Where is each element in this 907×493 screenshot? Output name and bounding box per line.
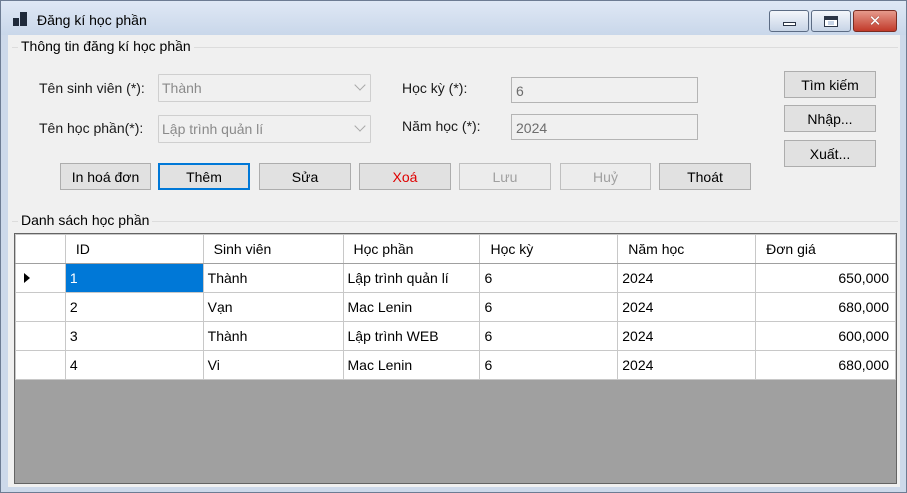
column-header-price[interactable]: Đơn giá [755,234,896,264]
cell-id[interactable]: 1 [64,263,204,293]
export-button[interactable]: Xuất... [784,140,876,167]
edit-button[interactable]: Sửa [259,163,351,190]
row-header[interactable] [15,292,66,322]
save-button[interactable]: Lưu [459,163,551,190]
cell-price[interactable]: 650,000 [755,263,896,293]
minimize-icon [782,22,796,26]
cell-student[interactable]: Thành [202,321,344,351]
row-header[interactable] [15,321,66,351]
course-combobox-value: Lập trình quản lí [162,121,264,137]
cell-course[interactable]: Mac Lenin [342,350,481,380]
cell-price[interactable]: 600,000 [755,321,896,351]
table-row[interactable]: 1 Thành Lập trình quản lí 6 2024 650,000 [15,263,896,293]
cell-student[interactable]: Vạn [202,292,344,322]
row-header[interactable] [15,350,66,380]
print-invoice-button[interactable]: In hoá đơn [60,163,151,190]
info-group-title: Thông tin đăng kí học phần [18,38,194,54]
cell-semester[interactable]: 6 [479,292,619,322]
cell-course[interactable]: Lập trình WEB [342,321,481,351]
maximize-icon [824,15,838,27]
cell-course[interactable]: Lập trình quản lí [342,263,481,293]
table-header-row: ID Sinh viên Học phần Học kỳ Năm học Đơn… [15,234,896,264]
semester-textbox-value: 6 [516,83,524,99]
student-combobox-value: Thành [162,80,202,96]
column-header-id[interactable]: ID [64,234,204,264]
student-combobox[interactable]: Thành [158,74,371,102]
close-button[interactable]: ✕ [853,10,897,32]
title-bar[interactable]: Đăng kí học phần ✕ [1,1,906,35]
column-header-course[interactable]: Học phần [342,234,481,264]
cell-id[interactable]: 4 [64,350,204,380]
cell-semester[interactable]: 6 [479,263,619,293]
cell-student[interactable]: Thành [202,263,344,293]
column-header-student[interactable]: Sinh viên [202,234,344,264]
table-row[interactable]: 3 Thành Lập trình WEB 6 2024 600,000 [15,321,896,351]
list-group-title: Danh sách học phần [18,212,153,228]
chevron-down-icon [354,120,366,132]
import-button[interactable]: Nhập... [784,105,876,132]
cell-semester[interactable]: 6 [479,321,619,351]
row-header-corner [15,234,66,264]
cell-price[interactable]: 680,000 [755,350,896,380]
cell-year[interactable]: 2024 [617,321,757,351]
current-row-arrow-icon [24,273,30,283]
row-header[interactable] [15,263,66,293]
chevron-down-icon [354,79,366,91]
cell-course[interactable]: Mac Lenin [342,292,481,322]
column-header-year[interactable]: Năm học [617,234,757,264]
maximize-button[interactable] [811,10,851,32]
course-combobox[interactable]: Lập trình quản lí [158,115,371,143]
exit-button[interactable]: Thoát [659,163,751,190]
add-button[interactable]: Thêm [158,163,250,190]
cell-id[interactable]: 3 [64,321,204,351]
app-icon [13,12,27,26]
course-label: Tên học phần(*): [39,120,144,136]
table-row[interactable]: 2 Vạn Mac Lenin 6 2024 680,000 [15,292,896,322]
search-button[interactable]: Tìm kiếm [784,71,876,98]
delete-button[interactable]: Xoá [359,163,451,190]
semester-label: Học kỳ (*): [402,80,468,96]
cell-id[interactable]: 2 [64,292,204,322]
close-icon: ✕ [868,12,882,30]
year-textbox-value: 2024 [516,120,548,136]
course-table: ID Sinh viên Học phần Học kỳ Năm học Đơn… [15,234,896,380]
cell-semester[interactable]: 6 [479,350,619,380]
year-textbox[interactable]: 2024 [511,114,698,140]
main-window: Đăng kí học phần ✕ Thông tin đăng kí học… [0,0,907,493]
course-datagrid[interactable]: ID Sinh viên Học phần Học kỳ Năm học Đơn… [14,233,897,484]
window-title: Đăng kí học phần [37,12,147,28]
year-label: Năm học (*): [402,118,481,134]
cell-student[interactable]: Vi [202,350,344,380]
minimize-button[interactable] [769,10,809,32]
cell-year[interactable]: 2024 [617,292,757,322]
table-row[interactable]: 4 Vi Mac Lenin 6 2024 680,000 [15,350,896,380]
student-label: Tên sinh viên (*): [39,80,145,96]
cancel-button[interactable]: Huỷ [560,163,651,190]
semester-textbox[interactable]: 6 [511,77,698,103]
cell-price[interactable]: 680,000 [755,292,896,322]
column-header-semester[interactable]: Học kỳ [479,234,619,264]
cell-year[interactable]: 2024 [617,350,757,380]
cell-year[interactable]: 2024 [617,263,757,293]
form-client-area: Thông tin đăng kí học phần Tên sinh viên… [8,35,900,487]
